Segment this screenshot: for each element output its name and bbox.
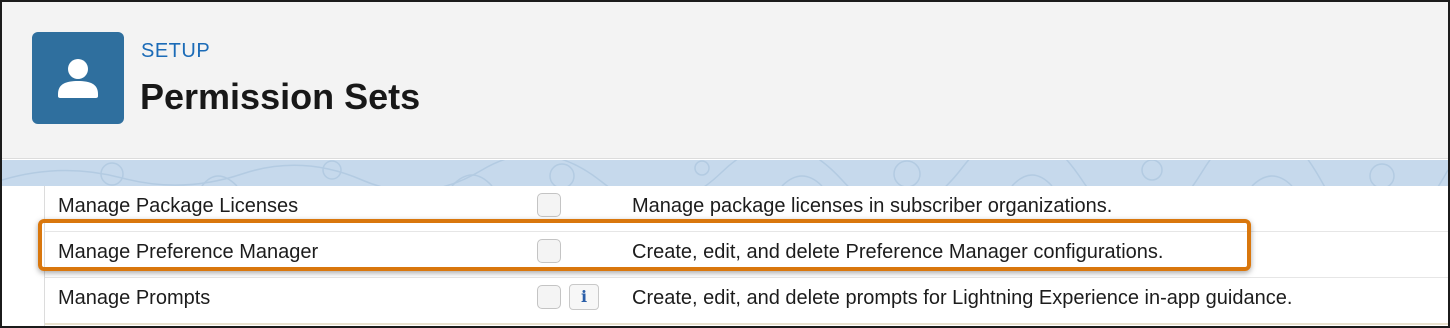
permission-name: Manage Package Licenses — [58, 195, 299, 217]
permission-name: Manage Preference Manager — [58, 241, 319, 263]
permission-description: Create, edit, and delete prompts for Lig… — [632, 287, 1293, 309]
permissions-table: Manage Package Licenses Manage package l… — [2, 186, 1448, 326]
table-bottom-rule — [45, 323, 1448, 325]
table-row: Manage Package Licenses Manage package l… — [45, 186, 1448, 232]
info-icon[interactable]: i — [569, 284, 599, 310]
permission-checkbox[interactable] — [537, 193, 561, 217]
page-header: SETUP Permission Sets — [2, 2, 1448, 159]
permission-description: Manage package licenses in subscriber or… — [632, 195, 1113, 217]
permission-checkbox[interactable] — [537, 285, 561, 309]
user-icon — [32, 32, 124, 124]
page-eyebrow: SETUP — [141, 40, 211, 62]
window-frame: SETUP Permission Sets Manage Package Lic… — [0, 0, 1450, 328]
decorative-band — [2, 160, 1448, 186]
table-row: Manage Prompts i Create, edit, and delet… — [45, 278, 1448, 324]
permission-checkbox[interactable] — [537, 239, 561, 263]
permission-name: Manage Prompts — [58, 287, 211, 309]
page-title: Permission Sets — [140, 76, 421, 117]
table-row: Manage Preference Manager Create, edit, … — [45, 232, 1448, 278]
permission-description: Create, edit, and delete Preference Mana… — [632, 241, 1164, 263]
